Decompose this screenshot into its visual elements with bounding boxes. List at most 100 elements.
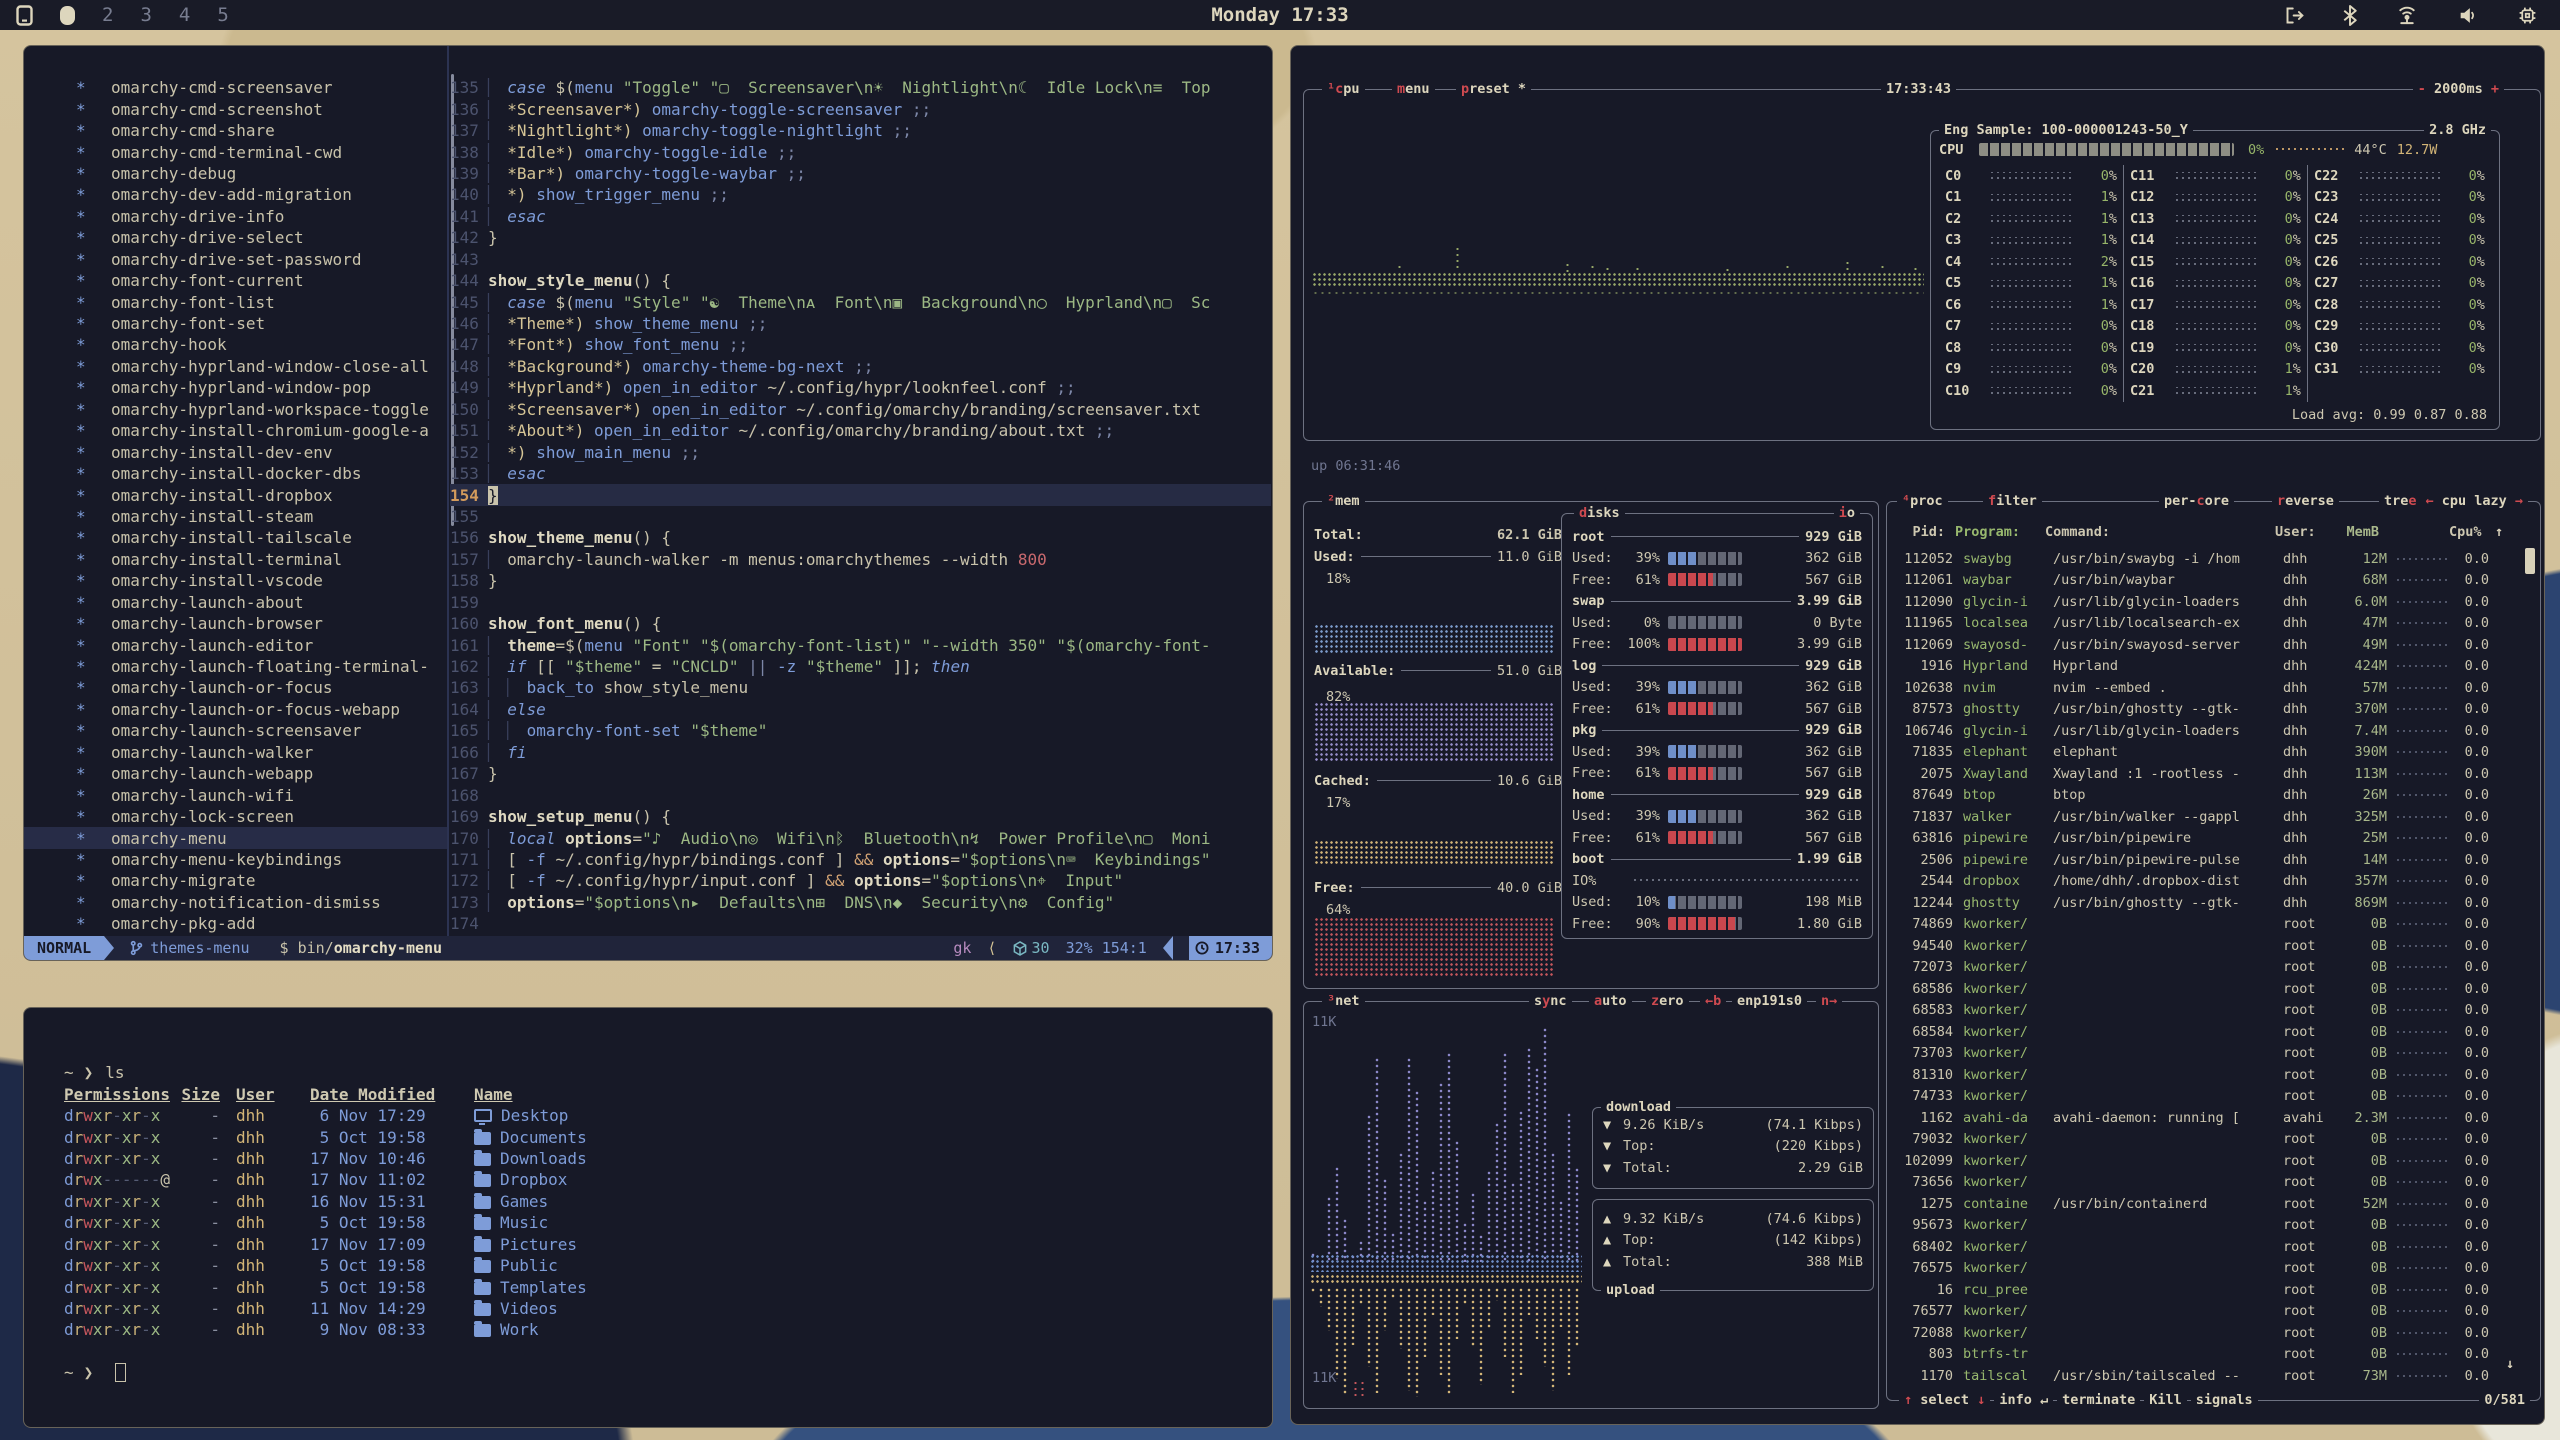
tab-io[interactable]: io: [1834, 504, 1860, 523]
terminal-window[interactable]: ~ ❯ ls Permissions Size User Date Modifi…: [23, 1007, 1273, 1428]
file-item[interactable]: *omarchy-install-tailscale: [24, 527, 447, 548]
process-row[interactable]: 1275containe/usr/bin/containerdroot52M0.…: [1887, 1193, 2540, 1215]
process-row[interactable]: 112061waybar/usr/bin/waybardhh68M0.0: [1887, 570, 2540, 592]
code-line[interactable]: 151▏ *About*) open_in_editor ~/.config/o…: [450, 420, 1271, 441]
process-row[interactable]: 74733kworker/root0B0.0: [1887, 1086, 2540, 1108]
file-item[interactable]: *omarchy-pkg-add: [24, 913, 447, 934]
code-line[interactable]: 152▏ *) show_main_menu ;;: [450, 441, 1271, 462]
file-item[interactable]: *omarchy-hyprland-window-close-all: [24, 356, 447, 377]
code-line[interactable]: 157▏ omarchy-launch-walker -m menus:omar…: [450, 549, 1271, 570]
tab-per-core[interactable]: per-core: [2159, 492, 2234, 511]
process-row[interactable]: 2544dropbox/home/dhh/.dropbox-distdhh357…: [1887, 871, 2540, 893]
code-line[interactable]: 154}: [450, 484, 1271, 505]
file-item[interactable]: *omarchy-menu: [24, 827, 447, 848]
file-item[interactable]: *omarchy-launch-or-focus: [24, 677, 447, 698]
tab-mem[interactable]: ²mem: [1322, 492, 1365, 511]
process-row[interactable]: 112069swayosd-/usr/bin/swayosd-serverdhh…: [1887, 634, 2540, 656]
file-item[interactable]: *omarchy-install-chromium-google-a: [24, 420, 447, 441]
process-row[interactable]: 16rcu_preeroot0B0.0: [1887, 1279, 2540, 1301]
code-line[interactable]: 139▏ *Bar*) omarchy-toggle-waybar ;;: [450, 163, 1271, 184]
file-item[interactable]: *omarchy-hyprland-window-pop: [24, 377, 447, 398]
code-line[interactable]: 156show_theme_menu() {: [450, 527, 1271, 548]
process-row[interactable]: 1916HyprlandHyprlanddhh424M0.0: [1887, 656, 2540, 678]
process-row[interactable]: 1170tailscal/usr/sbin/tailscaled --root7…: [1887, 1365, 2540, 1387]
prompt-line-2[interactable]: ~ ❯: [64, 1362, 1256, 1383]
code-line[interactable]: 153▏ esac: [450, 463, 1271, 484]
footer-signals[interactable]: signals: [2191, 1391, 2258, 1410]
tab-net[interactable]: ³net: [1322, 992, 1365, 1011]
file-item[interactable]: *omarchy-drive-info: [24, 206, 447, 227]
volume-icon[interactable]: [2457, 5, 2479, 26]
code-line[interactable]: 144show_style_menu() {: [450, 270, 1271, 291]
workspace-3[interactable]: 3: [140, 4, 151, 26]
process-row[interactable]: 71837walker/usr/bin/walker --gappldhh325…: [1887, 806, 2540, 828]
update-interval[interactable]: - 2000ms +: [2413, 80, 2504, 99]
process-row[interactable]: 72088kworker/root0B0.0: [1887, 1322, 2540, 1344]
process-row[interactable]: 102099kworker/root0B0.0: [1887, 1150, 2540, 1172]
process-row[interactable]: 81310kworker/root0B0.0: [1887, 1064, 2540, 1086]
tab-preset[interactable]: preset *: [1456, 80, 1531, 99]
file-item[interactable]: *omarchy-launch-about: [24, 592, 447, 613]
file-item[interactable]: *omarchy-launch-wifi: [24, 784, 447, 805]
code-line[interactable]: 164▏ else: [450, 699, 1271, 720]
tab-proc[interactable]: ⁴proc: [1897, 492, 1948, 511]
pane-separator[interactable]: [447, 46, 449, 960]
process-row[interactable]: 803btrfs-trroot0B0.0: [1887, 1344, 2540, 1366]
file-item[interactable]: *omarchy-cmd-share: [24, 120, 447, 141]
tab-zero[interactable]: zero: [1646, 992, 1689, 1011]
file-item[interactable]: *omarchy-drive-set-password: [24, 249, 447, 270]
process-row[interactable]: 106746glycin-i/usr/lib/glycin-loadersdhh…: [1887, 720, 2540, 742]
git-branch[interactable]: themes-menu: [130, 939, 249, 957]
file-item[interactable]: *omarchy-cmd-screensaver: [24, 77, 447, 98]
bluetooth-icon[interactable]: [2343, 5, 2357, 26]
process-row[interactable]: 12244ghostty/usr/bin/ghostty --gtk-dhh86…: [1887, 892, 2540, 914]
code-line[interactable]: 172▏ [ -f ~/.config/hypr/input.conf ] &&…: [450, 870, 1271, 891]
file-item[interactable]: *omarchy-notification-dismiss: [24, 892, 447, 913]
footer-select[interactable]: ↑ select ↓: [1899, 1391, 1990, 1410]
code-line[interactable]: 169show_setup_menu() {: [450, 806, 1271, 827]
file-item[interactable]: *omarchy-font-set: [24, 313, 447, 334]
tab-reverse[interactable]: reverse: [2272, 492, 2339, 511]
footer-info[interactable]: info ↵: [1994, 1391, 2053, 1410]
workspace-5[interactable]: 5: [217, 4, 228, 26]
file-item[interactable]: *omarchy-font-list: [24, 291, 447, 312]
process-row[interactable]: 112090glycin-i/usr/lib/glycin-loadersdhh…: [1887, 591, 2540, 613]
code-line[interactable]: 142}: [450, 227, 1271, 248]
code-line[interactable]: 173▏ options="$options\n▸ Defaults\n⊞ DN…: [450, 892, 1271, 913]
code-line[interactable]: 141▏ esac: [450, 206, 1271, 227]
file-item[interactable]: *omarchy-cmd-terminal-cwd: [24, 141, 447, 162]
process-row[interactable]: 63816pipewire/usr/bin/pipewiredhh25M0.0: [1887, 828, 2540, 850]
file-item[interactable]: *omarchy-launch-editor: [24, 634, 447, 655]
file-item[interactable]: *omarchy-cmd-screenshot: [24, 98, 447, 119]
chip-icon[interactable]: [2517, 5, 2538, 26]
code-line[interactable]: 167}: [450, 763, 1271, 784]
process-row[interactable]: 102638nvimnvim --embed .dhh57M0.0: [1887, 677, 2540, 699]
file-item[interactable]: *omarchy-install-steam: [24, 506, 447, 527]
process-scrollbar[interactable]: [2525, 548, 2535, 574]
tab-menu[interactable]: menu: [1392, 80, 1435, 99]
process-row[interactable]: 79032kworker/root0B0.0: [1887, 1129, 2540, 1151]
process-row[interactable]: 87573ghostty/usr/bin/ghostty --gtk-dhh37…: [1887, 699, 2540, 721]
process-row[interactable]: 112052swaybg/usr/bin/swaybg -i /homdhh12…: [1887, 548, 2540, 570]
process-row[interactable]: 95673kworker/root0B0.0: [1887, 1215, 2540, 1237]
code-line[interactable]: 162▏ if [[ "$theme" = "CNCLD" || -z "$th…: [450, 656, 1271, 677]
sort-selector[interactable]: ← cpu lazy →: [2420, 492, 2528, 511]
footer-Kill[interactable]: Kill: [2144, 1391, 2187, 1410]
process-row[interactable]: 111965localsea/usr/lib/localsearch-exdhh…: [1887, 613, 2540, 635]
process-row[interactable]: 74869kworker/root0B0.0: [1887, 914, 2540, 936]
code-line[interactable]: 171▏ [ -f ~/.config/hypr/bindings.conf ]…: [450, 849, 1271, 870]
code-line[interactable]: 140▏ *) show_trigger_menu ;;: [450, 184, 1271, 205]
code-line[interactable]: 160show_font_menu() {: [450, 613, 1271, 634]
process-row[interactable]: 2075XwaylandXwayland :1 -rootless -dhh11…: [1887, 763, 2540, 785]
file-item[interactable]: *omarchy-debug: [24, 163, 447, 184]
file-item[interactable]: *omarchy-hook: [24, 334, 447, 355]
tab-filter[interactable]: filter: [1983, 492, 2042, 511]
code-line[interactable]: 143: [450, 249, 1271, 270]
code-editor[interactable]: 135▏ case $(menu "Toggle" "▢ Screensaver…: [450, 77, 1271, 935]
process-row[interactable]: 87649btopbtopdhh26M0.0: [1887, 785, 2540, 807]
file-item[interactable]: *omarchy-launch-or-focus-webapp: [24, 699, 447, 720]
file-item[interactable]: *omarchy-menu-keybindings: [24, 849, 447, 870]
file-item[interactable]: *omarchy-launch-browser: [24, 613, 447, 634]
code-line[interactable]: 161▏ theme=$(menu "Font" "$(omarchy-font…: [450, 634, 1271, 655]
code-line[interactable]: 138▏ *Idle*) omarchy-toggle-idle ;;: [450, 141, 1271, 162]
